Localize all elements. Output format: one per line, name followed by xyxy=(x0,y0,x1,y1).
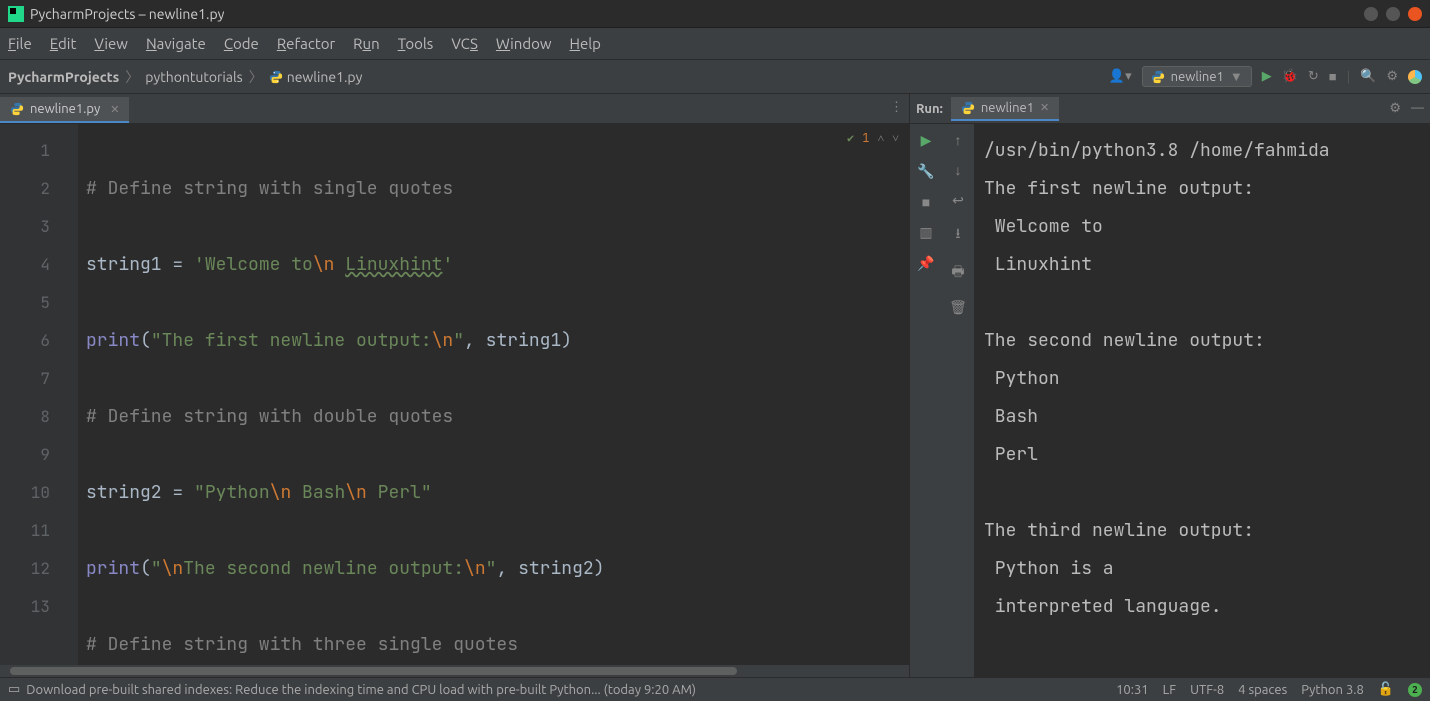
hide-icon[interactable]: — xyxy=(1411,101,1424,116)
menu-navigate[interactable]: Navigate xyxy=(146,35,206,52)
run-config-selector[interactable]: newline1 ▼ xyxy=(1142,66,1252,87)
menu-run[interactable]: Run xyxy=(353,35,380,52)
status-cursor-pos[interactable]: 10:31 xyxy=(1116,683,1149,697)
editor-inspections[interactable]: ✔ 1 ˄ ˅ xyxy=(847,130,899,146)
down-arrow-icon[interactable]: ↓ xyxy=(955,162,962,178)
soft-wrap-icon[interactable]: ↩ xyxy=(952,192,964,209)
run-tab[interactable]: newline1 ✕ xyxy=(951,97,1059,121)
editor-h-scrollbar[interactable] xyxy=(0,665,909,677)
close-icon[interactable]: ✕ xyxy=(1040,101,1049,114)
breadcrumb-root[interactable]: PycharmProjects xyxy=(8,69,119,85)
python-file-icon xyxy=(269,70,283,84)
ide-brand-icon[interactable] xyxy=(1408,70,1422,84)
print-icon[interactable]: 🖶 xyxy=(951,261,964,285)
user-add-icon[interactable]: 👤▾ xyxy=(1109,69,1132,84)
settings-icon[interactable]: ⚙ xyxy=(1386,69,1398,84)
run-toolbar-right: ↑ ↓ ↩ ⭳ 🖶 🗑 xyxy=(942,124,974,677)
pycharm-logo-icon xyxy=(8,6,24,22)
warning-count: 1 xyxy=(862,130,869,146)
editor-tabs: newline1.py ✕ ⋮ xyxy=(0,94,909,124)
window-maximize-icon[interactable] xyxy=(1386,7,1400,21)
run-tab-label: newline1 xyxy=(981,101,1034,115)
menu-code[interactable]: Code xyxy=(224,35,259,52)
menu-tools[interactable]: Tools xyxy=(398,35,434,52)
debug-icon[interactable]: 🐞 xyxy=(1282,69,1298,84)
gear-icon[interactable]: ⚙ xyxy=(1389,101,1401,116)
run-toolbar-left: ▶ 🔧 ■ ▥ 📌 xyxy=(910,124,942,677)
check-icon: ✔ xyxy=(847,130,854,146)
breadcrumb-file[interactable]: newline1.py xyxy=(287,69,363,85)
status-bar: ▭ Download pre-built shared indexes: Red… xyxy=(0,677,1430,701)
code-area[interactable]: # Define string with single quotes strin… xyxy=(78,124,909,665)
chevron-down-icon: ▼ xyxy=(1230,69,1243,84)
code-editor[interactable]: 12345678910111213 # Define string with s… xyxy=(0,124,909,665)
menu-file[interactable]: File xyxy=(8,35,32,52)
python-file-icon xyxy=(10,102,24,116)
console-output[interactable]: /usr/bin/python3.8 /home/fahmida The fir… xyxy=(974,124,1430,677)
status-line-sep[interactable]: LF xyxy=(1163,683,1176,697)
coverage-icon[interactable]: ↻ xyxy=(1308,69,1319,84)
trash-icon[interactable]: 🗑 xyxy=(949,299,967,316)
run-config-label: newline1 xyxy=(1171,70,1224,84)
more-icon[interactable]: ⋮ xyxy=(890,100,903,115)
run-panel-header: Run: newline1 ✕ ⚙ — xyxy=(910,94,1430,124)
titlebar: PycharmProjects – newline1.py xyxy=(0,0,1430,28)
window-close-icon[interactable] xyxy=(1408,7,1422,21)
layout-icon[interactable]: ▥ xyxy=(919,224,932,241)
rerun-icon[interactable]: ▶ xyxy=(921,132,932,149)
status-badge[interactable]: 2 xyxy=(1408,683,1422,697)
menu-help[interactable]: Help xyxy=(570,35,601,52)
lock-icon[interactable]: 🔓 xyxy=(1378,682,1394,697)
menu-bar: File Edit View Navigate Code Refactor Ru… xyxy=(0,28,1430,60)
wrench-icon[interactable]: 🔧 xyxy=(917,163,934,180)
python-icon xyxy=(1151,70,1165,84)
close-icon[interactable]: ✕ xyxy=(110,103,119,116)
pin-icon[interactable]: 📌 xyxy=(917,255,934,272)
chevron-right-icon: 〉 xyxy=(125,67,139,87)
chevron-right-icon: 〉 xyxy=(249,67,263,87)
window-title: PycharmProjects – newline1.py xyxy=(30,6,224,22)
breadcrumb-folder[interactable]: pythontutorials xyxy=(145,69,242,85)
stop-icon[interactable]: ■ xyxy=(922,194,930,210)
stop-icon[interactable]: ■ xyxy=(1329,69,1337,84)
search-icon[interactable]: 🔍 xyxy=(1360,69,1376,84)
nav-row: PycharmProjects 〉 pythontutorials 〉 newl… xyxy=(0,60,1430,94)
chevron-up-icon[interactable]: ˄ xyxy=(877,130,884,146)
status-indent[interactable]: 4 spaces xyxy=(1238,683,1287,697)
status-interpreter[interactable]: Python 3.8 xyxy=(1301,683,1364,697)
menu-refactor[interactable]: Refactor xyxy=(277,35,335,52)
status-encoding[interactable]: UTF-8 xyxy=(1190,683,1224,697)
menu-edit[interactable]: Edit xyxy=(50,35,77,52)
menu-window[interactable]: Window xyxy=(496,35,552,52)
scroll-end-icon[interactable]: ⭳ xyxy=(956,223,961,247)
message-icon[interactable]: ▭ xyxy=(8,682,20,697)
status-message[interactable]: Download pre-built shared indexes: Reduc… xyxy=(26,683,696,697)
run-panel-label: Run: xyxy=(916,102,943,116)
tab-label: newline1.py xyxy=(30,102,100,116)
menu-vcs[interactable]: VCS xyxy=(451,35,478,52)
menu-view[interactable]: View xyxy=(94,35,128,52)
breadcrumb: PycharmProjects 〉 pythontutorials 〉 newl… xyxy=(8,67,362,87)
run-icon[interactable]: ▶ xyxy=(1262,69,1272,84)
python-icon xyxy=(961,101,975,115)
gutter: 12345678910111213 xyxy=(0,124,78,665)
editor-tab-active[interactable]: newline1.py ✕ xyxy=(0,97,129,123)
chevron-down-icon[interactable]: ˅ xyxy=(892,130,899,146)
up-arrow-icon[interactable]: ↑ xyxy=(955,132,962,148)
window-minimize-icon[interactable] xyxy=(1364,7,1378,21)
